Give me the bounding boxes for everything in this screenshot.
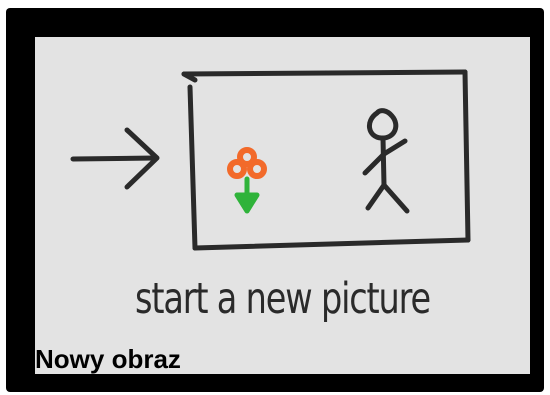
arrow-right-icon — [70, 127, 160, 190]
new-picture-tile[interactable]: start a new picture — [35, 37, 530, 374]
picture-frame-icon — [181, 69, 471, 251]
flower-icon — [227, 147, 267, 214]
stick-figure-icon — [362, 108, 410, 214]
tile-label: Nowy obraz — [35, 344, 181, 374]
tile-caption: start a new picture — [135, 274, 431, 324]
